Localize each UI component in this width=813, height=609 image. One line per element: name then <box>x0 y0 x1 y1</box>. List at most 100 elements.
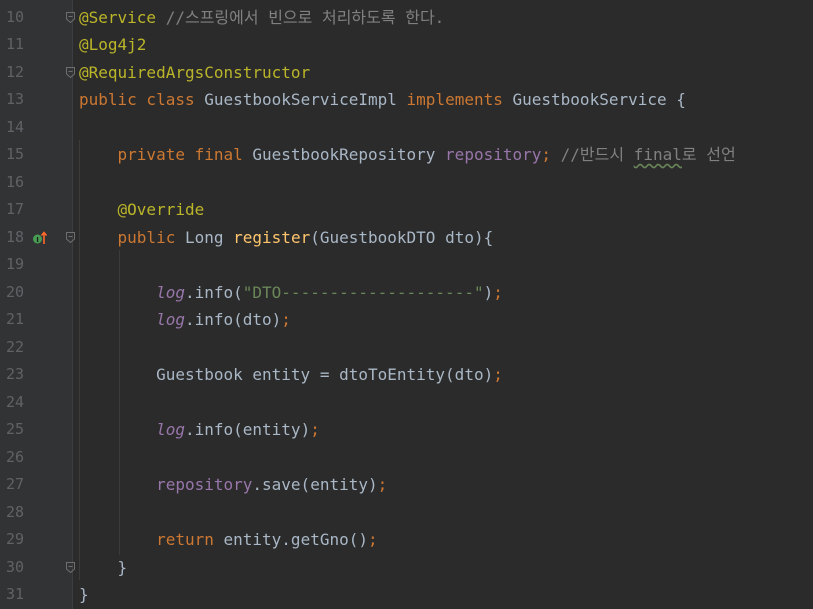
line-number[interactable]: 13 <box>6 86 28 114</box>
implements-method-icon[interactable]: I <box>32 230 48 246</box>
line-number[interactable]: 30 <box>6 554 28 582</box>
code-line[interactable]: 16 <box>0 169 813 197</box>
code-text[interactable]: log.info("DTO--------------------"); <box>79 279 503 307</box>
code-token: log <box>156 282 185 302</box>
code-text[interactable]: public Long register(GuestbookDTO dto){ <box>79 224 494 252</box>
code-text[interactable]: log.info(entity); <box>79 416 320 444</box>
line-number[interactable]: 14 <box>6 114 28 142</box>
code-token: @RequiredArgsConstructor <box>79 62 311 82</box>
code-token: .info(dto) <box>184 310 282 329</box>
line-number[interactable]: 17 <box>6 196 28 224</box>
code-token: private final <box>117 145 253 164</box>
code-text[interactable]: log.info(dto); <box>79 306 291 334</box>
code-line[interactable]: 29 return entity.getGno(); <box>0 526 813 554</box>
code-line[interactable]: 13 public class GuestbookServiceImpl impl… <box>0 86 813 114</box>
code-line[interactable]: 30 } <box>0 554 813 582</box>
line-number[interactable]: 20 <box>6 279 28 307</box>
line-number[interactable]: 16 <box>6 169 28 197</box>
code-line[interactable]: 11 @Log4j2 <box>0 31 813 59</box>
line-number[interactable]: 12 <box>6 59 28 87</box>
line-number[interactable]: 19 <box>6 251 28 279</box>
line-number[interactable]: 26 <box>6 444 28 472</box>
code-token: ) <box>483 282 494 302</box>
code-token: ; <box>377 475 388 494</box>
code-text[interactable]: repository.save(entity); <box>79 471 387 499</box>
code-token: .save(entity) <box>252 475 378 494</box>
code-line[interactable]: 21 log.info(dto); <box>0 306 813 334</box>
code-token: } <box>79 557 128 577</box>
fold-marker-icon[interactable] <box>66 11 75 23</box>
line-number[interactable]: 11 <box>6 31 28 59</box>
fold-marker-icon[interactable] <box>66 231 75 243</box>
line-number[interactable]: 22 <box>6 334 28 362</box>
fold-marker-icon[interactable] <box>66 66 75 78</box>
code-token: 로 선언 <box>681 145 736 164</box>
code-line[interactable]: 15 private final GuestbookRepository rep… <box>0 141 813 169</box>
fold-marker-icon[interactable] <box>66 561 75 573</box>
line-number[interactable]: 15 <box>6 141 28 169</box>
code-token: implements <box>406 90 513 109</box>
code-line[interactable]: 28 <box>0 499 813 527</box>
code-token: repository <box>445 145 542 164</box>
code-token: public <box>117 227 185 247</box>
line-number[interactable]: 28 <box>6 499 28 527</box>
code-token: ; <box>493 365 503 384</box>
line-number[interactable]: 25 <box>6 416 28 444</box>
line-number[interactable]: 27 <box>6 471 28 499</box>
line-number[interactable]: 29 <box>6 526 28 554</box>
code-text[interactable]: @Log4j2 <box>79 31 146 59</box>
svg-text:I: I <box>36 236 39 244</box>
code-token: Long <box>184 227 234 247</box>
code-text[interactable]: @Service //스프링에서 빈으로 처리하도록 한다. <box>79 4 444 32</box>
line-number[interactable]: 10 <box>6 4 28 32</box>
code-token: (GuestbookDTO dto){ <box>310 227 494 247</box>
code-token: register <box>233 227 311 247</box>
code-text[interactable]: @Override <box>79 196 205 224</box>
code-line[interactable]: 18 I public Long register(GuestbookDTO dt… <box>0 224 813 252</box>
code-token: @Log4j2 <box>79 35 147 54</box>
code-line[interactable]: 31} <box>0 581 813 609</box>
code-text[interactable]: @RequiredArgsConstructor <box>79 59 310 87</box>
code-text[interactable]: private final GuestbookRepository reposi… <box>79 141 736 169</box>
code-text[interactable]: Guestbook entity = dtoToEntity(dto); <box>79 361 503 389</box>
code-line[interactable]: 19 <box>0 251 813 279</box>
line-number[interactable]: 31 <box>6 581 28 609</box>
code-line[interactable]: 23 Guestbook entity = dtoToEntity(dto); <box>0 361 813 389</box>
line-number[interactable]: 24 <box>6 389 28 417</box>
code-token: "DTO--------------------" <box>242 282 484 302</box>
code-token: //반드시 <box>560 145 634 164</box>
code-text[interactable]: public class GuestbookServiceImpl implem… <box>79 86 686 114</box>
code-text[interactable]: } <box>79 554 128 582</box>
code-line[interactable]: 25 log.info(entity); <box>0 416 813 444</box>
code-line[interactable]: 12 @RequiredArgsConstructor <box>0 59 813 87</box>
code-token: return <box>156 530 224 549</box>
code-token: final <box>633 145 682 164</box>
code-line[interactable]: 24 <box>0 389 813 417</box>
code-token: Guestbook entity = dtoToEntity(dto) <box>156 365 494 384</box>
code-line[interactable]: 17 @Override <box>0 196 813 224</box>
code-token: GuestbookService { <box>512 90 686 109</box>
code-text[interactable]: } <box>79 581 89 609</box>
line-number[interactable]: 21 <box>6 306 28 334</box>
code-line[interactable]: 14 <box>0 114 813 142</box>
code-token: log <box>156 420 185 439</box>
code-text[interactable]: return entity.getGno(); <box>79 526 378 554</box>
code-token: public class <box>79 90 205 109</box>
code-line[interactable]: 27 repository.save(entity); <box>0 471 813 499</box>
code-token: ; <box>368 530 378 549</box>
code-token: ; <box>541 145 561 164</box>
line-number[interactable]: 23 <box>6 361 28 389</box>
line-number[interactable]: 18 <box>6 224 28 252</box>
code-line[interactable]: 20 log.info("DTO--------------------"); <box>0 279 813 307</box>
code-line[interactable]: 26 <box>0 444 813 472</box>
code-line[interactable]: 22 <box>0 334 813 362</box>
code-token: .info(entity) <box>184 420 311 439</box>
code-token: @Override <box>117 200 205 219</box>
code-line[interactable]: 10 @Service //스프링에서 빈으로 처리하도록 한다. <box>0 4 813 32</box>
